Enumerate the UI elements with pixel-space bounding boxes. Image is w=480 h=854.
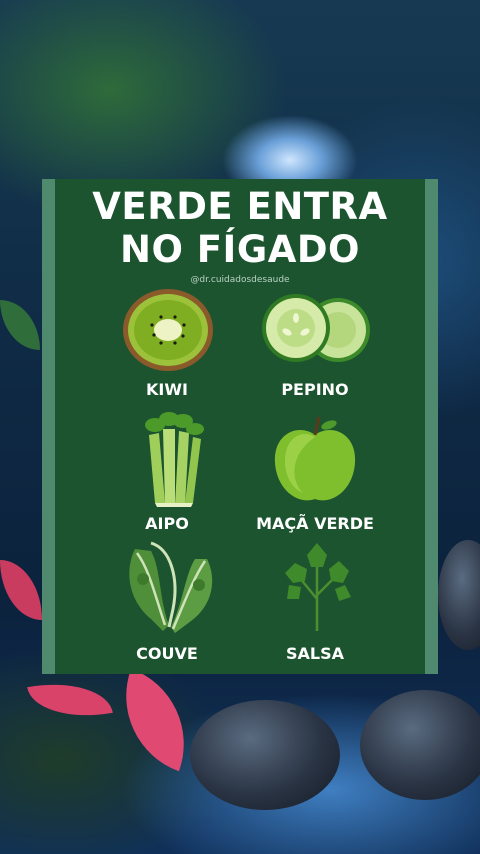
item-label-cucumber: PEPINO — [281, 380, 349, 399]
item-label-kiwi: KIWI — [146, 380, 188, 399]
green-apple-icon — [274, 416, 356, 501]
kale-icon — [129, 541, 213, 633]
item-label-kale: COUVE — [136, 644, 198, 663]
poster-title-line1: VERDE ENTRA — [92, 185, 388, 228]
parsley-icon — [285, 543, 351, 631]
item-label-parsley: SALSA — [285, 644, 344, 663]
background-rock — [190, 700, 340, 810]
poster-title-line2: NO FÍGADO — [119, 228, 360, 271]
author-handle: @dr.cuidadosdesaude — [190, 275, 290, 285]
kiwi-icon — [123, 289, 213, 371]
poster-card: VERDE ENTRA NO FÍGADO @dr.cuidadosdesaud… — [42, 179, 438, 674]
item-label-celery: AIPO — [145, 514, 189, 533]
item-label-green-apple: MAÇÃ VERDE — [256, 514, 374, 533]
background-rock — [360, 690, 480, 800]
cucumber-icon — [262, 294, 370, 362]
celery-icon — [145, 412, 204, 507]
